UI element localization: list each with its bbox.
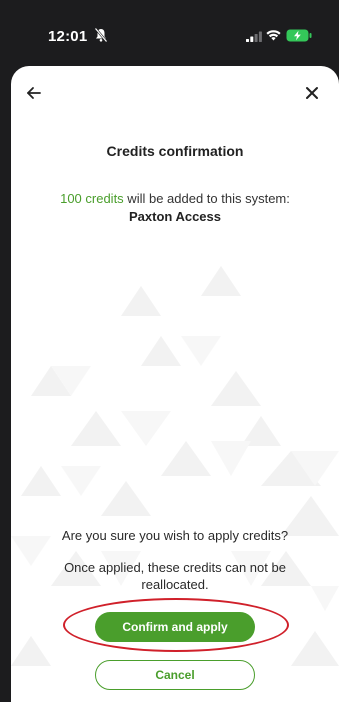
signal-icon: [246, 31, 262, 42]
wifi-icon: [266, 30, 281, 41]
system-name: Paxton Access: [128, 209, 221, 224]
background-pattern: [11, 266, 339, 666]
credits-message-text: will be added to this system:: [123, 191, 290, 206]
status-bar: 12:01: [0, 0, 339, 66]
page-title: Credits confirmation: [106, 143, 244, 159]
back-button[interactable]: [21, 80, 47, 106]
cancel-button[interactable]: Cancel: [95, 660, 255, 690]
credits-amount: 100 credits: [60, 191, 124, 206]
battery-charging-icon: [286, 29, 312, 42]
reallocation-warning: Once applied, these credits can not be r…: [64, 560, 286, 592]
credits-confirmation-sheet: Credits confirmation 100 credits will be…: [11, 66, 339, 702]
phone-screen: 12:01 Credits confirmation 100 credits w…: [0, 0, 339, 702]
close-button[interactable]: [299, 80, 325, 106]
credits-message: 100 credits will be added to this system…: [19, 190, 331, 226]
silent-mode-icon: [94, 27, 108, 43]
arrow-left-icon: [27, 87, 41, 99]
status-time: 12:01: [48, 28, 88, 45]
confirm-and-apply-button[interactable]: Confirm and apply: [95, 612, 255, 642]
confirmation-question: Are you sure you wish to apply credits?: [61, 528, 289, 543]
close-icon: [306, 87, 318, 99]
